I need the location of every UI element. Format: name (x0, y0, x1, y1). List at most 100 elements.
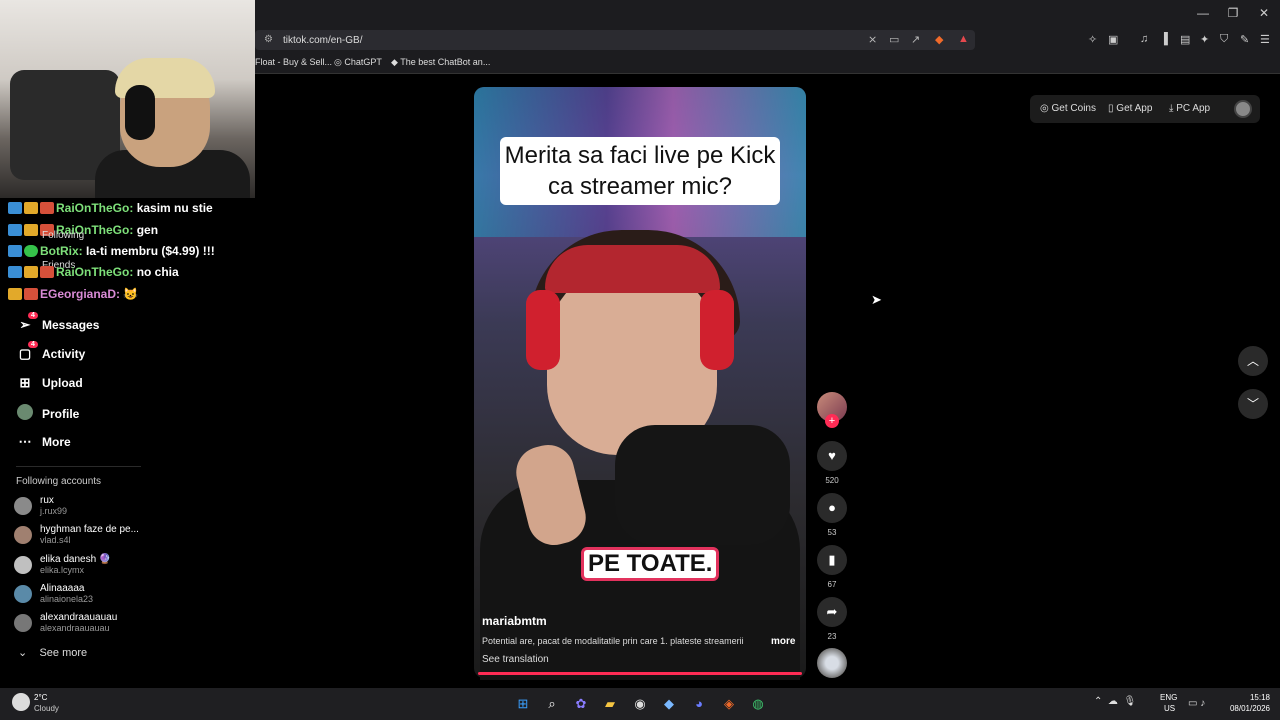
tab-icon[interactable]: ▣ (1108, 33, 1118, 46)
following-account[interactable]: alexandraauauau alexandraauauau (14, 612, 117, 634)
follow-plus-icon[interactable]: + (825, 414, 839, 428)
video-headset-right (700, 290, 734, 370)
account-name: Alinaaaaa (40, 583, 85, 594)
chat-username: EGeorgianaD: (40, 287, 121, 301)
start-icon[interactable]: ⊞ (513, 695, 533, 713)
clock-time[interactable]: 15:18 (1220, 693, 1270, 702)
share-button[interactable]: ➦ (817, 597, 847, 627)
user-avatar[interactable] (1234, 100, 1252, 118)
comment-icon: ● (828, 500, 836, 515)
see-more-button[interactable]: ⌄ See more (18, 646, 87, 659)
like-button[interactable]: ♥ (817, 441, 847, 471)
sidebar-item-profile[interactable]: Profile (16, 404, 79, 423)
save-button[interactable]: ▮ (817, 545, 847, 575)
restore-button[interactable]: ❐ (1218, 6, 1248, 20)
extensions-icon[interactable]: ✧ (1088, 33, 1097, 46)
following-account[interactable]: elika danesh 🔮 elika.lcymx (14, 554, 111, 576)
get-coins-button[interactable]: ◎ Get Coins (1040, 103, 1096, 114)
avatar (14, 497, 32, 515)
see-translation-link[interactable]: See translation (482, 654, 549, 665)
heart-icon: ♥ (828, 448, 836, 463)
search-icon[interactable]: ⌕ (542, 695, 562, 713)
following-account[interactable]: hyghman faze de pe... vlad.s4l (14, 524, 139, 546)
music-disc-icon[interactable] (817, 648, 847, 678)
copilot-icon[interactable]: ✿ (571, 695, 591, 713)
obs-icon[interactable]: ◉ (630, 695, 650, 713)
account-name: rux (40, 495, 54, 506)
minimize-button[interactable]: — (1188, 6, 1218, 20)
chat-emote-icon: 😺 (123, 287, 139, 301)
comment-button[interactable]: ● (817, 493, 847, 523)
following-account[interactable]: rux j.rux99 (14, 495, 67, 517)
file-explorer-icon[interactable]: ▰ (600, 695, 620, 713)
steam-icon[interactable]: ◆ (659, 695, 679, 713)
share-icon[interactable]: ↗ (911, 33, 920, 46)
brave-shield-icon[interactable]: ◆ (935, 33, 943, 46)
messages-icon: ➢ 4 (16, 312, 38, 333)
site-settings-icon[interactable]: ⚙ (264, 34, 273, 45)
download-icon: ⤓ (1169, 103, 1174, 114)
bookmark-float[interactable]: Float - Buy & Sell... (255, 57, 332, 67)
close-window-button[interactable]: ✕ (1249, 6, 1279, 20)
chat-text: no chia (136, 265, 179, 279)
music-icon[interactable]: ♫ (1140, 33, 1148, 45)
system-tray-icons[interactable]: ⌃ ☁ 🎙 (1094, 696, 1136, 707)
avatar (14, 585, 32, 603)
sidebar-item-label: Messages (42, 318, 100, 332)
get-app-button[interactable]: ▯ Get App (1108, 103, 1152, 114)
weather-icon[interactable] (12, 693, 30, 711)
save-count: 67 (827, 580, 837, 589)
avatar (14, 526, 32, 544)
menu-icon[interactable]: ☰ (1260, 33, 1270, 46)
language-indicator[interactable]: ENG (1160, 693, 1177, 702)
address-bar[interactable] (255, 30, 975, 50)
pc-app-button[interactable]: ⤓ PC App (1169, 103, 1210, 114)
brave-icon[interactable]: ◈ (719, 695, 739, 713)
activity-icon: ▢ 4 (16, 341, 38, 362)
chat-username: BotRix: (40, 244, 83, 258)
bookmark-chatgpt[interactable]: ◎ ChatGPT (334, 57, 382, 68)
account-handle: elika.lcymx (40, 565, 85, 575)
next-video-button[interactable]: ﹀ (1238, 389, 1268, 419)
sidebar-item-label: Activity (42, 347, 86, 361)
discord-icon[interactable]: ◕ (689, 695, 709, 713)
pen-icon[interactable]: ✎ (1240, 33, 1249, 46)
weather-desc[interactable]: Cloudy (34, 704, 59, 713)
bookmark-icon: ▮ (828, 552, 836, 567)
following-account[interactable]: Alinaaaaa alinaionela23 (14, 583, 93, 605)
video-microphone (615, 425, 790, 545)
video-username[interactable]: mariabmtm (482, 614, 547, 628)
sidebar-item-activity[interactable]: ▢ 4 Activity (16, 341, 86, 362)
weather-temp[interactable]: 2°C (34, 693, 47, 702)
bookmark-chatbot[interactable]: ◆ The best ChatBot an... (391, 57, 490, 68)
translate-icon[interactable]: ⨯ (868, 33, 877, 46)
url-text[interactable]: tiktok.com/en-GB/ (283, 35, 362, 46)
leo-icon[interactable]: ✦ (1200, 33, 1209, 46)
vpn-icon[interactable]: ⛉ (1220, 33, 1228, 46)
description-more-button[interactable]: more (771, 636, 795, 647)
video-progress-bar[interactable] (478, 672, 802, 675)
account-name: hyghman faze de pe... (40, 524, 139, 535)
chrome-icon[interactable]: ◍ (748, 695, 768, 713)
chat-text: gen (136, 223, 159, 237)
clock-date[interactable]: 08/01/2026 (1220, 704, 1270, 713)
avatar (14, 614, 32, 632)
cast-icon[interactable]: ▭ (889, 33, 899, 46)
sidebar-item-messages[interactable]: ➢ 4 Messages (16, 312, 100, 333)
avatar (14, 556, 32, 574)
comment-count: 53 (827, 528, 837, 537)
sidebar-toggle-icon[interactable]: ▐ (1160, 33, 1168, 45)
network-volume-icons[interactable]: ▭ ♪ (1188, 698, 1205, 709)
share-arrow-icon: ➦ (826, 604, 838, 619)
sidebar-item-upload[interactable]: ⊞ Upload (16, 375, 83, 391)
previous-video-button[interactable]: ︿ (1238, 346, 1268, 376)
sidebar-divider (16, 466, 141, 467)
language-region[interactable]: US (1164, 704, 1175, 713)
get-app-label: Get App (1116, 103, 1153, 114)
brave-rewards-icon[interactable]: ▲ (958, 33, 969, 45)
wallet-icon[interactable]: ▤ (1180, 33, 1190, 46)
sidebar-item-more[interactable]: ⋯ More (16, 434, 71, 450)
activity-badge: 4 (28, 341, 38, 348)
video-description: Potential are, pacat de modalitatile pri… (482, 636, 744, 646)
sidebar-item-following[interactable]: Following (42, 230, 84, 241)
